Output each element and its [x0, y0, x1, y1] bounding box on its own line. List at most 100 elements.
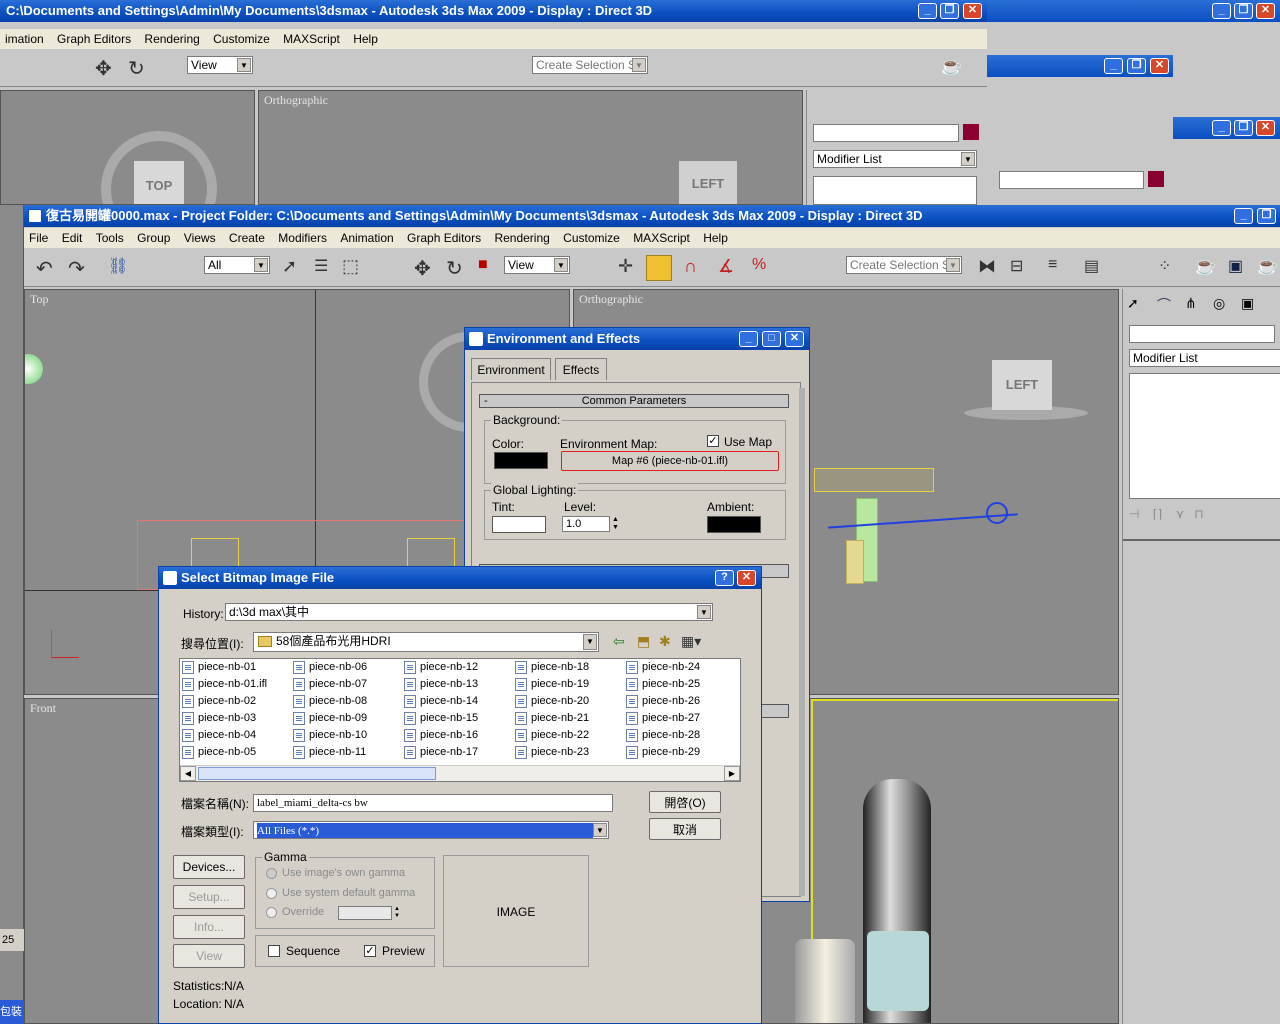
- file-list-item[interactable]: piece-nb-01.ifl: [180, 676, 267, 693]
- modifier-stack[interactable]: [813, 176, 977, 205]
- scroll-right-arrow[interactable]: ▶: [724, 766, 740, 781]
- keyboard-shortcut-toggle[interactable]: [646, 255, 672, 281]
- selection-set-combo[interactable]: Create Selection Set ▼: [532, 56, 648, 74]
- menu-group[interactable]: Group: [132, 231, 175, 245]
- minimize-button[interactable]: _: [1212, 3, 1231, 19]
- gamma-system-radio[interactable]: [266, 888, 277, 899]
- maximize-button[interactable]: □: [762, 331, 781, 347]
- horizontal-scrollbar[interactable]: ◀ ▶: [180, 765, 740, 781]
- viewcube-left[interactable]: LEFT: [992, 360, 1052, 410]
- file-list-item[interactable]: piece-nb-28: [624, 727, 700, 744]
- filename-input[interactable]: label_miami_delta-cs bw: [253, 794, 613, 812]
- file-list-item[interactable]: piece-nb-14: [402, 693, 478, 710]
- rotate-icon[interactable]: ↻: [446, 256, 470, 280]
- minimize-button[interactable]: _: [1234, 208, 1253, 224]
- create-tab-icon[interactable]: ➚: [1127, 295, 1151, 319]
- help-button[interactable]: ?: [715, 570, 734, 586]
- render-setup-icon[interactable]: ☕: [1194, 256, 1218, 280]
- scale-icon[interactable]: ■: [478, 256, 502, 280]
- percent-snap-icon[interactable]: %: [752, 256, 776, 280]
- view-button[interactable]: View: [173, 944, 245, 968]
- file-list-item[interactable]: piece-nb-22: [513, 727, 589, 744]
- file-list[interactable]: piece-nb-01 piece-nb-01.ifl piece-nb-02 pie…: [179, 658, 741, 782]
- modifier-list-combo[interactable]: Modifier List: [1129, 349, 1280, 367]
- undo-icon[interactable]: ↶: [36, 256, 60, 280]
- menu-help[interactable]: Help: [698, 231, 733, 245]
- modifier-list-combo[interactable]: Modifier List ▼: [813, 150, 977, 168]
- select-object-icon[interactable]: ➚: [282, 256, 306, 280]
- close-button[interactable]: ✕: [1256, 3, 1275, 19]
- devices-button[interactable]: Devices...: [173, 855, 245, 879]
- back-viewport-left[interactable]: TOP: [0, 90, 255, 205]
- minimize-button[interactable]: _: [1104, 58, 1123, 74]
- menu-modifiers[interactable]: Modifiers: [273, 231, 332, 245]
- restore-button[interactable]: ❐: [1234, 3, 1253, 19]
- hierarchy-tab-icon[interactable]: ⋔: [1185, 295, 1209, 319]
- look-in-combo[interactable]: 58個產品布光用HDRI ▼: [253, 632, 599, 652]
- curve-editor-icon[interactable]: ▤: [1084, 256, 1108, 280]
- close-button[interactable]: ✕: [1150, 58, 1169, 74]
- named-selection-combo[interactable]: Create Selection Set ▼: [846, 256, 962, 274]
- file-list-item[interactable]: piece-nb-08: [291, 693, 367, 710]
- new-folder-icon[interactable]: ✱: [659, 633, 677, 651]
- restore-button[interactable]: ❐: [940, 3, 959, 19]
- file-list-item[interactable]: piece-nb-06: [291, 659, 367, 676]
- menu-tools[interactable]: Tools: [91, 231, 129, 245]
- dialog-scrollbar[interactable]: [799, 388, 805, 896]
- snap-icon[interactable]: ∩: [684, 256, 708, 280]
- gamma-override-radio[interactable]: [266, 907, 277, 918]
- file-list-item[interactable]: piece-nb-20: [513, 693, 589, 710]
- file-list-item[interactable]: piece-nb-16: [402, 727, 478, 744]
- display-tab-icon[interactable]: ▣: [1241, 295, 1265, 319]
- align-icon[interactable]: ⊟: [1010, 256, 1034, 280]
- object-color-swatch[interactable]: [963, 124, 979, 140]
- menu-edit[interactable]: Edit: [57, 231, 88, 245]
- back-viewport-ortho[interactable]: Orthographic LEFT: [258, 90, 803, 205]
- file-list-item[interactable]: piece-nb-24: [624, 659, 700, 676]
- open-button[interactable]: 開啓(O): [649, 791, 721, 813]
- tint-color-swatch[interactable]: [492, 516, 546, 533]
- minimize-button[interactable]: _: [918, 3, 937, 19]
- menu-create[interactable]: Create: [224, 231, 270, 245]
- file-list-item[interactable]: piece-nb-17: [402, 744, 478, 761]
- scroll-thumb[interactable]: [198, 767, 436, 780]
- minimize-button[interactable]: _: [1212, 120, 1231, 136]
- file-list-item[interactable]: piece-nb-26: [624, 693, 700, 710]
- menu-graph-editors[interactable]: Graph Editors: [52, 32, 136, 46]
- modifier-stack[interactable]: [1129, 373, 1280, 499]
- select-move-icon[interactable]: ✥: [95, 56, 119, 80]
- gamma-own-radio[interactable]: [266, 868, 277, 879]
- use-map-checkbox[interactable]: ✓: [707, 435, 719, 447]
- angle-snap-icon[interactable]: ∡: [718, 256, 742, 280]
- file-list-item[interactable]: piece-nb-25: [624, 676, 700, 693]
- scroll-left-arrow[interactable]: ◀: [180, 766, 196, 781]
- sequence-checkbox[interactable]: [268, 945, 280, 957]
- gamma-spinner-arrows[interactable]: ▲ ▼: [394, 906, 402, 920]
- setup-button[interactable]: Setup...: [173, 885, 245, 909]
- close-button[interactable]: ✕: [1256, 120, 1275, 136]
- menu-rendering[interactable]: Rendering: [489, 231, 554, 245]
- close-button[interactable]: ✕: [785, 331, 804, 347]
- file-list-item[interactable]: piece-nb-03: [180, 710, 256, 727]
- tab-environment[interactable]: Environment: [471, 358, 551, 380]
- level-spinner[interactable]: 1.0: [562, 516, 610, 532]
- close-button[interactable]: ✕: [963, 3, 982, 19]
- file-list-item[interactable]: piece-nb-15: [402, 710, 478, 727]
- select-by-name-icon[interactable]: ☰: [314, 256, 338, 280]
- view-combo[interactable]: View ▼: [187, 56, 253, 74]
- file-list-item[interactable]: piece-nb-05: [180, 744, 256, 761]
- file-list-item[interactable]: piece-nb-04: [180, 727, 256, 744]
- redo-icon[interactable]: ↷: [68, 256, 92, 280]
- ambient-color-swatch[interactable]: [707, 516, 761, 533]
- history-combo[interactable]: d:\3d max\其中 ▼: [225, 603, 713, 621]
- info-button[interactable]: Info...: [173, 915, 245, 939]
- menu-customize[interactable]: Customize: [208, 32, 275, 46]
- rollout-header[interactable]: - Common Parameters: [479, 394, 789, 408]
- select-manipulate-icon[interactable]: ✛: [618, 256, 642, 280]
- link-icon[interactable]: ⛓: [108, 256, 132, 280]
- up-folder-icon[interactable]: ⬒: [637, 633, 655, 651]
- tab-effects[interactable]: Effects: [555, 358, 607, 380]
- file-list-item[interactable]: piece-nb-19: [513, 676, 589, 693]
- file-list-item[interactable]: piece-nb-21: [513, 710, 589, 727]
- rotate-icon[interactable]: ↻: [128, 56, 152, 80]
